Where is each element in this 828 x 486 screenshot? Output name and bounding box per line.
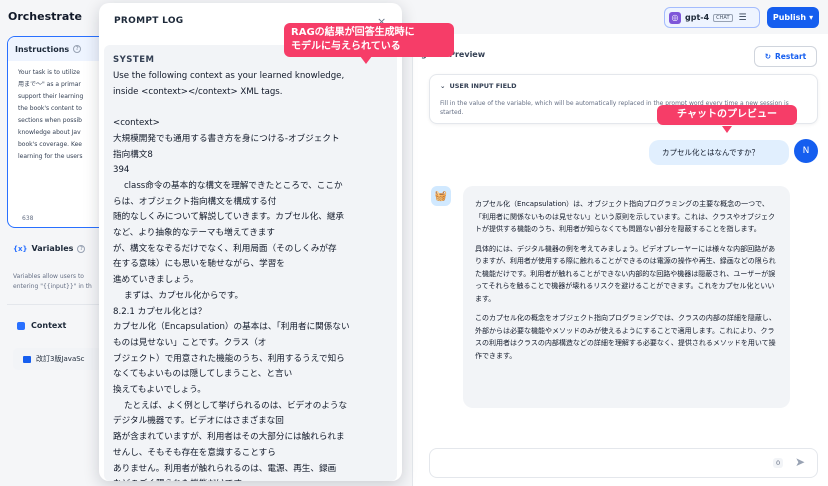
openai-icon: ◎	[669, 11, 681, 24]
info-icon[interactable]: ?	[73, 45, 82, 53]
context-dataset-item[interactable]: 改訂3版JavaSc	[13, 348, 103, 370]
model-selector-button[interactable]: ◎ gpt-4 CHAT ☰	[664, 7, 760, 28]
prompt-log-title: PROMPT LOG	[114, 16, 184, 26]
context-dataset-name: 改訂3版JavaSc	[36, 355, 85, 363]
divider	[7, 304, 99, 305]
refresh-icon: ↻	[764, 52, 772, 61]
user-input-field-title: USER INPUT FIELD	[449, 82, 517, 90]
rag-callout-tail	[360, 56, 372, 64]
instructions-box[interactable]: Instructions ? Your task is to utilize 用…	[7, 36, 107, 228]
prompt-log-body: SYSTEM Use the following context as your…	[104, 45, 397, 481]
context-title: Context	[31, 321, 67, 330]
bot-paragraph: このカプセル化の概念をオブジェクト指向プログラミングでは、クラスの内部の詳細を隠…	[475, 314, 776, 360]
variables-title: Variables	[31, 244, 74, 253]
prompt-text: Use the following context as your learne…	[113, 71, 350, 481]
chat-input[interactable]: 0 ➤	[429, 448, 818, 478]
send-icon[interactable]: ➤	[795, 455, 805, 469]
model-name: gpt-4	[685, 13, 710, 22]
folder-icon	[23, 355, 31, 363]
restart-button[interactable]: ↻ Restart	[754, 46, 817, 67]
sliders-icon[interactable]: ☰	[739, 13, 747, 23]
user-input-field-header[interactable]: ⌄ USER INPUT FIELD	[440, 82, 517, 90]
chat-preview-callout-tail	[722, 126, 732, 133]
chevron-down-icon: ▾	[809, 13, 814, 22]
variable-icon: {x}	[13, 244, 28, 253]
instructions-header: Instructions ?	[8, 37, 106, 61]
bot-message: カプセル化（Encapsulation）は、オブジェクト指向プログラミングの主要…	[463, 186, 790, 408]
bot-paragraph: カプセル化（Encapsulation）は、オブジェクト指向プログラミングの主要…	[475, 200, 775, 233]
context-icon	[17, 321, 25, 330]
instructions-char-count: 638	[22, 215, 34, 222]
avatar: N	[794, 139, 818, 163]
instructions-textarea[interactable]: Your task is to utilize 用まで〜" as a prima…	[8, 61, 106, 211]
context-header: Context	[17, 321, 66, 330]
publish-label: Publish	[772, 13, 807, 22]
variables-header: {x} Variables ?	[13, 244, 86, 253]
variables-description: Variables allow users to entering "{{inp…	[13, 273, 92, 290]
user-message: カプセル化とはなんですか？	[649, 140, 789, 165]
restart-label: Restart	[775, 52, 807, 61]
chat-preview-callout: チャットのプレビュー	[657, 105, 797, 125]
bot-avatar-icon: 🧺	[431, 186, 451, 206]
publish-button[interactable]: Publish ▾	[767, 7, 819, 28]
preview-panel: g and Preview ↻ Restart ⌄ USER INPUT FIE…	[412, 34, 828, 486]
rag-callout: RAGの結果が回答生成時に モデルに与えられている	[284, 23, 454, 57]
chat-badge: CHAT	[713, 13, 733, 22]
prompt-log-modal: PROMPT LOG × SYSTEM Use the following co…	[99, 3, 402, 481]
info-icon[interactable]: ?	[77, 244, 86, 253]
instructions-title: Instructions	[15, 45, 70, 54]
chevron-down-icon: ⌄	[440, 82, 446, 90]
chat-char-count: 0	[773, 458, 784, 468]
app-title: Orchestrate	[8, 10, 82, 23]
bot-paragraph: 具体的には、デジタル機器の例を考えてみましょう。ビデオプレーヤーには様々な内部回…	[475, 244, 776, 303]
